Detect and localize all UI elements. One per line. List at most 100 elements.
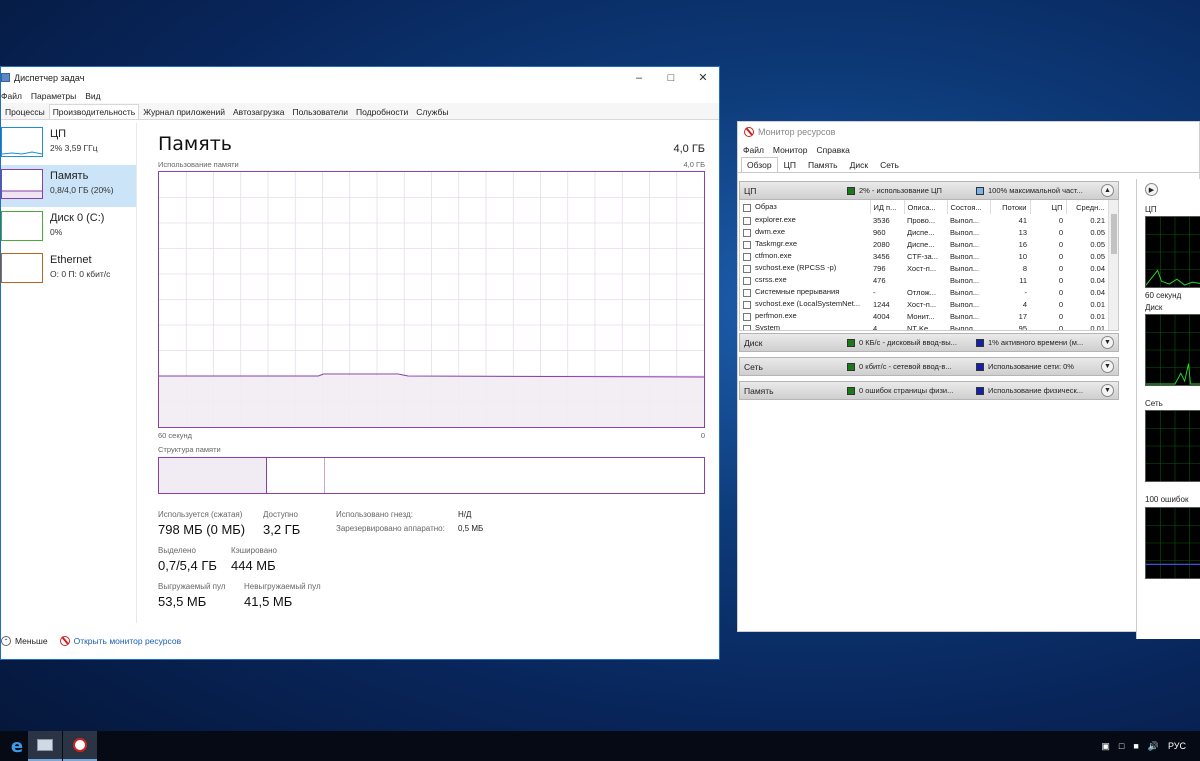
- network-icon[interactable]: ■: [1133, 741, 1138, 751]
- column-header-pid[interactable]: ИД п...: [870, 200, 905, 214]
- tab-performance[interactable]: Производительность: [48, 104, 140, 119]
- rm-titlebar[interactable]: Монитор ресурсов: [738, 122, 1199, 142]
- table-row[interactable]: svchost.exe (LocalSystemNet... 1244 Хост-п…: [740, 298, 1108, 310]
- table-row[interactable]: Системные прерывания - Отлож... Выпол... - 0 0…: [740, 286, 1108, 298]
- close-button[interactable]: ✕: [687, 67, 719, 88]
- table-cell: Выпол...: [950, 323, 980, 331]
- tab-memory[interactable]: Память: [802, 157, 844, 172]
- menu-help[interactable]: Справка: [817, 145, 850, 155]
- table-row[interactable]: csrss.exe 476 Выпол... 11 0 0.04: [740, 274, 1108, 286]
- chevron-up-icon[interactable]: ⌃: [1, 636, 11, 646]
- sidebar-item-label: ЦП: [50, 128, 67, 140]
- menu-monitor[interactable]: Монитор: [773, 145, 808, 155]
- row-checkbox[interactable]: [743, 228, 751, 237]
- tray-notification-icon[interactable]: □: [1119, 741, 1124, 751]
- taskbar-task-manager-button[interactable]: [28, 731, 62, 761]
- table-row[interactable]: svchost.exe (RPCSS -p) 796 Хост-п... Выпол.…: [740, 262, 1108, 274]
- maximize-button[interactable]: □: [655, 67, 687, 88]
- tm-titlebar[interactable]: Диспетчер задач – □ ✕: [1, 67, 719, 88]
- blue-square-icon: [976, 362, 984, 371]
- disk-section-header[interactable]: Диск 0 КБ/с - дисковый ввод-вы... 1% акт…: [739, 333, 1119, 352]
- table-cell: 16: [1018, 239, 1027, 249]
- select-all-checkbox[interactable]: [743, 203, 751, 212]
- tab-services[interactable]: Службы: [412, 104, 452, 119]
- tab-startup[interactable]: Автозагрузка: [229, 104, 289, 119]
- fewer-details-link[interactable]: Меньше: [15, 636, 48, 646]
- table-cell: 41: [1018, 215, 1027, 225]
- open-resource-monitor-link[interactable]: Открыть монитор ресурсов: [74, 636, 182, 646]
- sidebar-item-disk[interactable]: Диск 0 (C:) 0%: [1, 207, 136, 249]
- table-cell: 11: [1019, 275, 1027, 285]
- menu-file[interactable]: Файл: [1, 91, 22, 101]
- chevron-right-icon[interactable]: ▶: [1145, 183, 1158, 196]
- sidebar-item-value: 2% 3,59 ГГц: [50, 143, 98, 153]
- menu-file[interactable]: Файл: [743, 145, 764, 155]
- resource-monitor-icon: [73, 738, 87, 752]
- disk-thumbnail-graph: [1, 211, 43, 241]
- process-image-cell: perfmon.exe: [740, 310, 870, 322]
- memory-panel: Память 4,0 ГБ Использование памяти 4,0 Г…: [158, 123, 705, 623]
- table-row[interactable]: perfmon.exe 4004 Монит... Выпол... 17 0 0.01: [740, 310, 1108, 322]
- table-row[interactable]: ctfmon.exe 3456 CTF-за... Выпол... 10 0 0.05: [740, 250, 1108, 262]
- table-row[interactable]: System 4 NT Ke... Выпол... 95 0 0.01: [740, 322, 1108, 331]
- sidebar-item-memory[interactable]: Память 0,8/4,0 ГБ (20%): [1, 165, 136, 207]
- menu-view[interactable]: Вид: [85, 91, 100, 101]
- table-cell: Хост-п...: [907, 263, 937, 273]
- taskbar-resource-monitor-button[interactable]: [63, 731, 97, 761]
- minimize-button[interactable]: –: [623, 67, 655, 88]
- table-cell: Выпол...: [950, 239, 980, 249]
- tab-details[interactable]: Подробности: [352, 104, 412, 119]
- network-section-header[interactable]: Сеть 0 кбит/с - сетевой ввод-в... Исполь…: [739, 357, 1119, 376]
- table-cell: 0: [1058, 239, 1063, 249]
- column-header-image[interactable]: Образ: [740, 200, 871, 214]
- action-center-icon[interactable]: ▣: [1101, 741, 1110, 752]
- table-row[interactable]: Taskmgr.exe 2080 Диспе... Выпол... 16 0 0.05: [740, 238, 1108, 250]
- table-cell: 0: [1058, 251, 1063, 261]
- row-checkbox[interactable]: [743, 264, 751, 273]
- tab-app-history[interactable]: Журнал приложений: [139, 104, 229, 119]
- sidebar-item-cpu[interactable]: ЦП 2% 3,59 ГГц: [1, 123, 136, 165]
- graph-label-cpu: ЦП: [1145, 205, 1157, 214]
- tab-network[interactable]: Сеть: [874, 157, 905, 172]
- row-checkbox[interactable]: [743, 252, 751, 261]
- column-header-cpu[interactable]: ЦП: [1030, 200, 1067, 214]
- table-cell: 0.04: [1090, 263, 1105, 273]
- stat-label: Выделено: [158, 546, 196, 555]
- column-header-status[interactable]: Состоя...: [947, 200, 991, 214]
- tab-cpu[interactable]: ЦП: [778, 157, 802, 172]
- menu-options[interactable]: Параметры: [31, 91, 76, 101]
- column-header-threads[interactable]: Потоки: [990, 200, 1031, 214]
- row-checkbox[interactable]: [743, 324, 751, 330]
- structure-label: Структура памяти: [158, 445, 221, 454]
- cpu-section-header[interactable]: ЦП 2% - использование ЦП 100% максимальн…: [739, 181, 1119, 200]
- chevron-down-icon[interactable]: ▼: [1101, 360, 1114, 373]
- tab-processes[interactable]: Процессы: [1, 104, 49, 119]
- row-checkbox[interactable]: [743, 300, 751, 309]
- tab-overview[interactable]: Обзор: [741, 157, 778, 172]
- tab-users[interactable]: Пользователи: [289, 104, 352, 119]
- row-checkbox[interactable]: [743, 276, 751, 285]
- volume-icon[interactable]: 🔊: [1148, 741, 1159, 752]
- chevron-down-icon[interactable]: ▼: [1101, 336, 1114, 349]
- chevron-up-icon[interactable]: ▲: [1101, 184, 1114, 197]
- row-checkbox[interactable]: [743, 288, 751, 297]
- cpu-table-scrollbar[interactable]: [1108, 200, 1118, 330]
- memory-section-header[interactable]: Память 0 ошибок страницы физи... Использ…: [739, 381, 1119, 400]
- memory-composition-bar[interactable]: [158, 457, 705, 494]
- sidebar-item-ethernet[interactable]: Ethernet О: 0 П: 0 кбит/с: [1, 249, 136, 291]
- time-zero-label: 0: [700, 431, 705, 440]
- row-checkbox[interactable]: [743, 216, 751, 225]
- network-mini-graph: [1145, 410, 1200, 482]
- row-checkbox[interactable]: [743, 312, 751, 321]
- column-header-avg-cpu[interactable]: Средн...: [1066, 200, 1109, 214]
- tab-disk[interactable]: Диск: [844, 157, 874, 172]
- language-indicator[interactable]: РУС: [1168, 741, 1186, 751]
- column-header-description[interactable]: Описа...: [904, 200, 948, 214]
- table-cell: 0.01: [1090, 323, 1105, 331]
- chevron-down-icon[interactable]: ▼: [1101, 384, 1114, 397]
- row-checkbox[interactable]: [743, 240, 751, 249]
- scrollbar-thumb[interactable]: [1111, 214, 1117, 254]
- page-title: Память: [158, 133, 232, 155]
- table-row[interactable]: explorer.exe 3536 Прово... Выпол... 41 0 0.21: [740, 214, 1108, 226]
- table-row[interactable]: dwm.exe 960 Диспе... Выпол... 13 0 0.05: [740, 226, 1108, 238]
